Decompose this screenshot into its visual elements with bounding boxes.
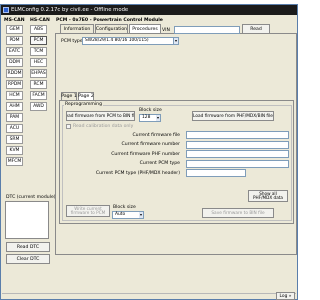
- sidebar-item-rpdm[interactable]: RPDM: [6, 80, 23, 89]
- sidebar-item-facm[interactable]: FACM: [30, 91, 47, 100]
- tab-information[interactable]: Information: [60, 24, 94, 33]
- field-label: Current firmware number: [121, 142, 180, 147]
- field-input[interactable]: [186, 169, 246, 177]
- status-bar: [2, 293, 296, 300]
- field-input[interactable]: [186, 150, 289, 158]
- sidebar-item-srm[interactable]: SRM: [6, 135, 23, 144]
- write-firmware-button[interactable]: Write current firmware to PCM: [66, 205, 110, 217]
- read-vin-button[interactable]: Read: [242, 24, 270, 34]
- sidebar-item-mfcm[interactable]: MFCM: [6, 157, 23, 166]
- module-title: PCM - 0x7E0 - Powertrain Control Module: [56, 18, 163, 23]
- reprogramming-label: Reprogramming: [64, 102, 103, 107]
- dtc-label: DTC (current module): [6, 195, 56, 200]
- field-label: Current firmware file: [132, 132, 180, 138]
- block-size-value: 128: [142, 115, 151, 120]
- app-icon: [3, 7, 9, 13]
- field-input[interactable]: [186, 131, 289, 139]
- field-input[interactable]: [186, 159, 289, 168]
- field-label: Current PCM type: [139, 161, 180, 166]
- read-firmware-button[interactable]: Read firmware from PCM to BIN file: [66, 111, 135, 121]
- tab-configuration[interactable]: Configuration: [95, 24, 128, 33]
- sidebar-item-pam[interactable]: PAM: [6, 113, 23, 122]
- sidebar-item-hec[interactable]: HEC: [30, 58, 47, 67]
- tab-page-1[interactable]: Page 1: [61, 92, 77, 100]
- block-size-2-label: Block size: [113, 205, 136, 210]
- hs-can-header: HS-CAN: [30, 18, 50, 23]
- load-firmware-button[interactable]: Load firmware from PHF/MDX/BIN file: [192, 111, 274, 121]
- show-all-phf-label: Show all PHF/MDX data: [253, 190, 283, 200]
- window-title: ELMConfig 0.2.17c by civil.ee - Offline …: [11, 7, 129, 13]
- read-calibration-label: Read calibration data only: [73, 124, 134, 129]
- block-size-label: Block size: [139, 108, 162, 113]
- ms-can-header: MS-CAN: [4, 18, 25, 23]
- sidebar-item-gem[interactable]: GEM: [6, 25, 23, 34]
- sidebar-item-pdm[interactable]: PDM: [6, 36, 23, 45]
- sidebar-item-rddm[interactable]: RDDM: [6, 69, 23, 78]
- read-dtc-button[interactable]: Read DTC: [6, 242, 50, 252]
- sidebar-item-ahm[interactable]: AHM: [6, 102, 23, 111]
- dtc-list[interactable]: [5, 201, 49, 239]
- pcm-type-value: SW28/29/1.4 80/16 100/115): [85, 38, 149, 43]
- sidebar-item-awd[interactable]: AWD: [30, 102, 47, 111]
- save-firmware-button[interactable]: Save firmware to BIN file: [202, 208, 274, 218]
- vin-input[interactable]: [174, 26, 240, 34]
- chevron-down-icon[interactable]: ▾: [173, 38, 178, 44]
- show-all-phf-button[interactable]: Show all PHF/MDX data: [248, 190, 288, 202]
- tab-page-2[interactable]: Page 2: [78, 92, 94, 100]
- sidebar-item-ddm[interactable]: DDM: [6, 58, 23, 67]
- sidebar-item-acu[interactable]: ACU: [6, 124, 23, 133]
- sidebar-item-kvm[interactable]: KVM: [6, 146, 23, 155]
- log-button[interactable]: Log »: [276, 292, 295, 300]
- sidebar-item-rcm[interactable]: RCM: [30, 80, 47, 89]
- field-label: Current PCM type (PHF/MDX header): [95, 170, 180, 176]
- sidebar-item-tcm[interactable]: TCM: [30, 47, 47, 56]
- chevron-down-icon[interactable]: ▾: [156, 115, 160, 121]
- sidebar-item-pcm[interactable]: PCM: [30, 36, 47, 45]
- clear-dtc-button[interactable]: Clear DTC: [6, 254, 50, 264]
- chevron-down-icon[interactable]: ▾: [139, 212, 143, 218]
- read-calibration-checkbox[interactable]: [66, 124, 71, 129]
- sidebar-item-hcm[interactable]: HCM: [6, 91, 23, 100]
- vin-label: VIN: [162, 28, 170, 33]
- write-firmware-label: Write current firmware to PCM: [70, 205, 106, 215]
- sidebar-item-eatc[interactable]: EATC: [6, 47, 23, 56]
- pcm-type-label: PCM type: [61, 39, 83, 44]
- block-size-2-value: Auto: [115, 212, 126, 217]
- field-input[interactable]: [186, 140, 289, 149]
- title-bar: ELMConfig 0.2.17c by civil.ee - Offline …: [1, 5, 297, 15]
- field-label: Current firmware PHF number: [111, 151, 180, 157]
- sidebar-item-abs[interactable]: ABS: [30, 25, 47, 34]
- app-window: ELMConfig 0.2.17c by civil.ee - Offline …: [0, 4, 298, 300]
- pcm-type-select[interactable]: SW28/29/1.4 80/16 100/115): [82, 37, 179, 45]
- tab-procedures[interactable]: Procedures: [129, 24, 161, 33]
- sidebar-item-ehpas[interactable]: EHPAS: [30, 69, 47, 78]
